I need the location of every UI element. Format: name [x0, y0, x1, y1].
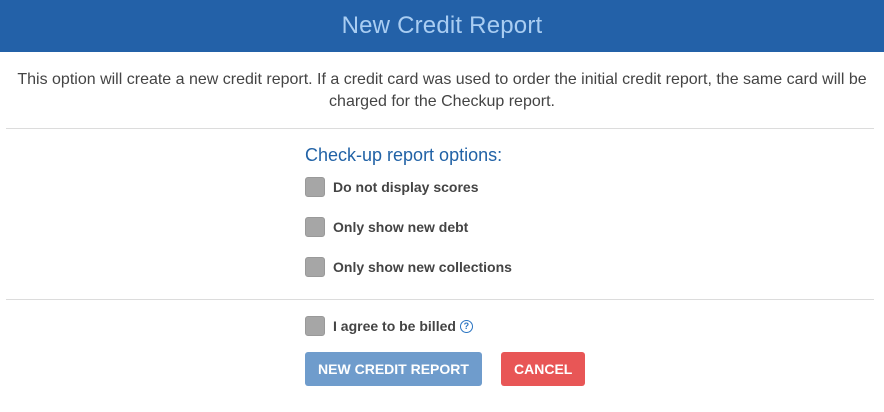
question-circle-icon[interactable]: ?	[459, 319, 473, 333]
only-show-new-debt-checkbox[interactable]	[305, 217, 325, 237]
option-only-show-new-collections[interactable]: Only show new collections	[305, 257, 884, 277]
only-show-new-collections-checkbox[interactable]	[305, 257, 325, 277]
options-heading: Check-up report options:	[305, 145, 503, 165]
report-options-section: Check-up report options: Do not display …	[0, 129, 884, 299]
intro-text-line: This option will create a new credit rep…	[17, 71, 867, 88]
cancel-button[interactable]: CANCEL	[501, 352, 585, 386]
option-label: Only show new debt	[333, 219, 469, 235]
option-only-show-new-debt[interactable]: Only show new debt	[305, 217, 884, 237]
new-credit-report-dialog: New Credit Report This option will creat…	[0, 0, 884, 412]
dialog-title: New Credit Report	[341, 12, 543, 39]
dialog-actions: NEW CREDIT REPORT CANCEL	[0, 352, 884, 386]
intro-text-line: charged for the Checkup report.	[329, 93, 555, 110]
do-not-display-scores-checkbox[interactable]	[305, 177, 325, 197]
agree-to-be-billed-checkbox[interactable]	[305, 316, 325, 336]
dialog-header: New Credit Report	[0, 0, 884, 52]
option-do-not-display-scores[interactable]: Do not display scores	[305, 177, 884, 197]
agree-to-be-billed-option[interactable]: I agree to be billed ?	[305, 316, 884, 336]
agree-section: I agree to be billed ?	[0, 300, 884, 352]
option-label: Do not display scores	[333, 179, 479, 195]
agree-label: I agree to be billed	[333, 318, 456, 334]
intro-text: This option will create a new credit rep…	[0, 52, 884, 110]
option-label: Only show new collections	[333, 259, 512, 275]
new-credit-report-button[interactable]: NEW CREDIT REPORT	[305, 352, 482, 386]
